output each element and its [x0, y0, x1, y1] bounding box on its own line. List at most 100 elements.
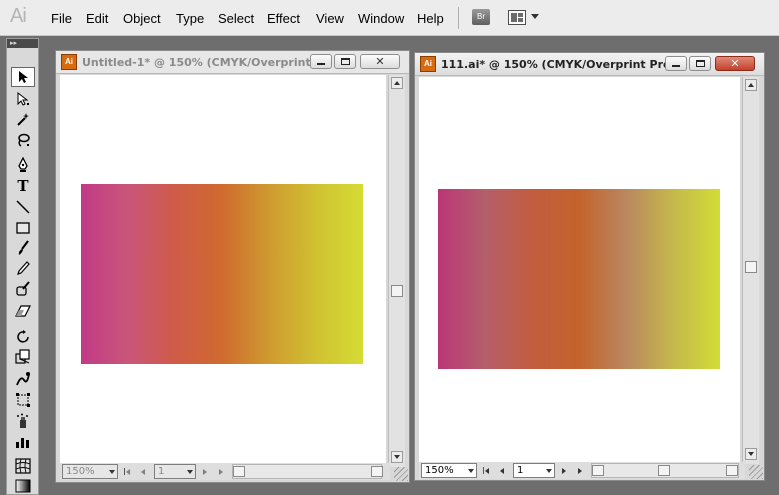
- ai-file-icon: Ai: [420, 56, 436, 72]
- resize-grip[interactable]: [394, 467, 408, 481]
- minimize-icon: [317, 63, 325, 65]
- gradient-rectangle[interactable]: [438, 189, 720, 369]
- scroll-down-button[interactable]: [391, 451, 403, 463]
- ai-file-icon: Ai: [61, 54, 77, 70]
- vertical-scrollbar[interactable]: [742, 77, 759, 464]
- previous-artboard-button[interactable]: [138, 466, 148, 477]
- artboard-canvas[interactable]: [419, 77, 740, 462]
- close-icon: ✕: [730, 57, 740, 70]
- artboard-number-select[interactable]: 1: [513, 463, 555, 478]
- maximize-icon: [340, 58, 350, 65]
- first-artboard-button[interactable]: [481, 465, 491, 476]
- chevron-down-icon[interactable]: [531, 14, 539, 19]
- document-titlebar[interactable]: Ai 111.ai* @ 150% (CMYK/Overprint Previe…: [415, 53, 764, 76]
- type-tool-icon[interactable]: T: [11, 176, 35, 196]
- menu-file[interactable]: File: [51, 11, 72, 26]
- document-title: 111.ai* @ 150% (CMYK/Overprint Preview): [441, 58, 666, 71]
- last-artboard-button[interactable]: [216, 466, 226, 477]
- scroll-right-button[interactable]: [726, 465, 738, 476]
- maximize-button[interactable]: [689, 56, 711, 71]
- chevron-down-icon: [187, 470, 193, 474]
- graph-tool-icon[interactable]: [11, 432, 35, 452]
- resize-grip[interactable]: [749, 465, 763, 479]
- scroll-up-button[interactable]: [745, 79, 757, 91]
- first-artboard-button[interactable]: [122, 466, 132, 477]
- document-title: Untitled-1* @ 150% (CMYK/Overprint Previ…: [82, 56, 310, 69]
- artboard-number-value: 1: [517, 465, 524, 476]
- bridge-button[interactable]: Br: [472, 9, 490, 25]
- last-artboard-button[interactable]: [575, 465, 585, 476]
- pen-tool-icon[interactable]: [11, 155, 35, 175]
- menu-view[interactable]: View: [316, 11, 344, 26]
- selection-tool-icon[interactable]: [11, 67, 35, 87]
- close-button[interactable]: ✕: [360, 54, 400, 69]
- document-window-111[interactable]: Ai 111.ai* @ 150% (CMYK/Overprint Previe…: [414, 52, 765, 481]
- maximize-icon: [695, 60, 705, 67]
- horizontal-scrollbar[interactable]: [591, 463, 739, 478]
- scale-tool-icon[interactable]: [11, 347, 35, 367]
- tools-panel-header[interactable]: ▸▸: [7, 39, 38, 48]
- scroll-left-button[interactable]: [233, 466, 245, 477]
- blob-brush-icon[interactable]: [11, 279, 35, 299]
- document-statusbar: 150% 1: [60, 463, 390, 480]
- zoom-level-value: 150%: [66, 466, 95, 477]
- zoom-level-select[interactable]: 150%: [62, 464, 118, 479]
- vertical-scroll-thumb[interactable]: [745, 261, 757, 273]
- scroll-right-button[interactable]: [371, 466, 383, 477]
- menu-edit[interactable]: Edit: [86, 11, 108, 26]
- mesh-tool-icon[interactable]: [11, 456, 35, 476]
- minimize-icon: [672, 65, 680, 67]
- pencil-icon[interactable]: [11, 259, 35, 279]
- paintbrush-icon[interactable]: [11, 238, 35, 258]
- arrange-documents-icon[interactable]: [508, 10, 526, 25]
- rectangle-tool-icon[interactable]: [11, 218, 35, 238]
- app-logo: Ai: [10, 5, 27, 27]
- next-artboard-button[interactable]: [200, 466, 210, 477]
- vertical-scroll-thumb[interactable]: [391, 285, 403, 297]
- menu-separator: [458, 7, 459, 29]
- menu-effect[interactable]: Effect: [267, 11, 300, 26]
- scroll-up-button[interactable]: [391, 77, 403, 89]
- close-icon: ✕: [375, 55, 385, 68]
- line-tool-icon[interactable]: [11, 197, 35, 217]
- chevron-down-icon: [109, 470, 115, 474]
- menu-select[interactable]: Select: [218, 11, 254, 26]
- minimize-button[interactable]: [665, 56, 687, 71]
- menu-type[interactable]: Type: [176, 11, 204, 26]
- eraser-icon[interactable]: [11, 301, 35, 321]
- horizontal-scrollbar[interactable]: [232, 464, 383, 479]
- menu-help[interactable]: Help: [417, 11, 444, 26]
- chevron-down-icon: [468, 469, 474, 473]
- lasso-icon[interactable]: [11, 130, 35, 150]
- magic-wand-icon[interactable]: [11, 109, 35, 129]
- gradient-tool-icon[interactable]: [11, 476, 35, 495]
- warp-tool-icon[interactable]: [11, 369, 35, 389]
- rotate-tool-icon[interactable]: [11, 327, 35, 347]
- document-window-untitled[interactable]: Ai Untitled-1* @ 150% (CMYK/Overprint Pr…: [55, 50, 410, 483]
- menu-object[interactable]: Object: [123, 11, 161, 26]
- symbol-sprayer-icon[interactable]: [11, 411, 35, 431]
- scroll-left-button[interactable]: [592, 465, 604, 476]
- zoom-level-select[interactable]: 150%: [421, 463, 477, 478]
- chevron-down-icon: [546, 469, 552, 473]
- artboard-canvas[interactable]: [60, 75, 386, 465]
- maximize-button[interactable]: [334, 54, 356, 69]
- menu-bar: Ai File Edit Object Type Select Effect V…: [0, 0, 779, 36]
- free-transform-icon[interactable]: [11, 390, 35, 410]
- direct-selection-tool-icon[interactable]: [11, 89, 35, 109]
- tools-panel: ▸▸ T: [6, 38, 39, 495]
- scroll-down-button[interactable]: [745, 448, 757, 460]
- menu-window[interactable]: Window: [358, 11, 404, 26]
- horizontal-scroll-thumb[interactable]: [658, 465, 670, 476]
- previous-artboard-button[interactable]: [497, 465, 507, 476]
- artboard-number-value: 1: [158, 466, 165, 477]
- document-statusbar: 150% 1: [419, 462, 745, 479]
- gradient-rectangle[interactable]: [81, 184, 363, 364]
- vertical-scrollbar[interactable]: [388, 75, 405, 467]
- next-artboard-button[interactable]: [559, 465, 569, 476]
- zoom-level-value: 150%: [425, 465, 454, 476]
- artboard-number-select[interactable]: 1: [154, 464, 196, 479]
- minimize-button[interactable]: [310, 54, 332, 69]
- document-titlebar[interactable]: Ai Untitled-1* @ 150% (CMYK/Overprint Pr…: [56, 51, 409, 74]
- close-button[interactable]: ✕: [715, 56, 755, 71]
